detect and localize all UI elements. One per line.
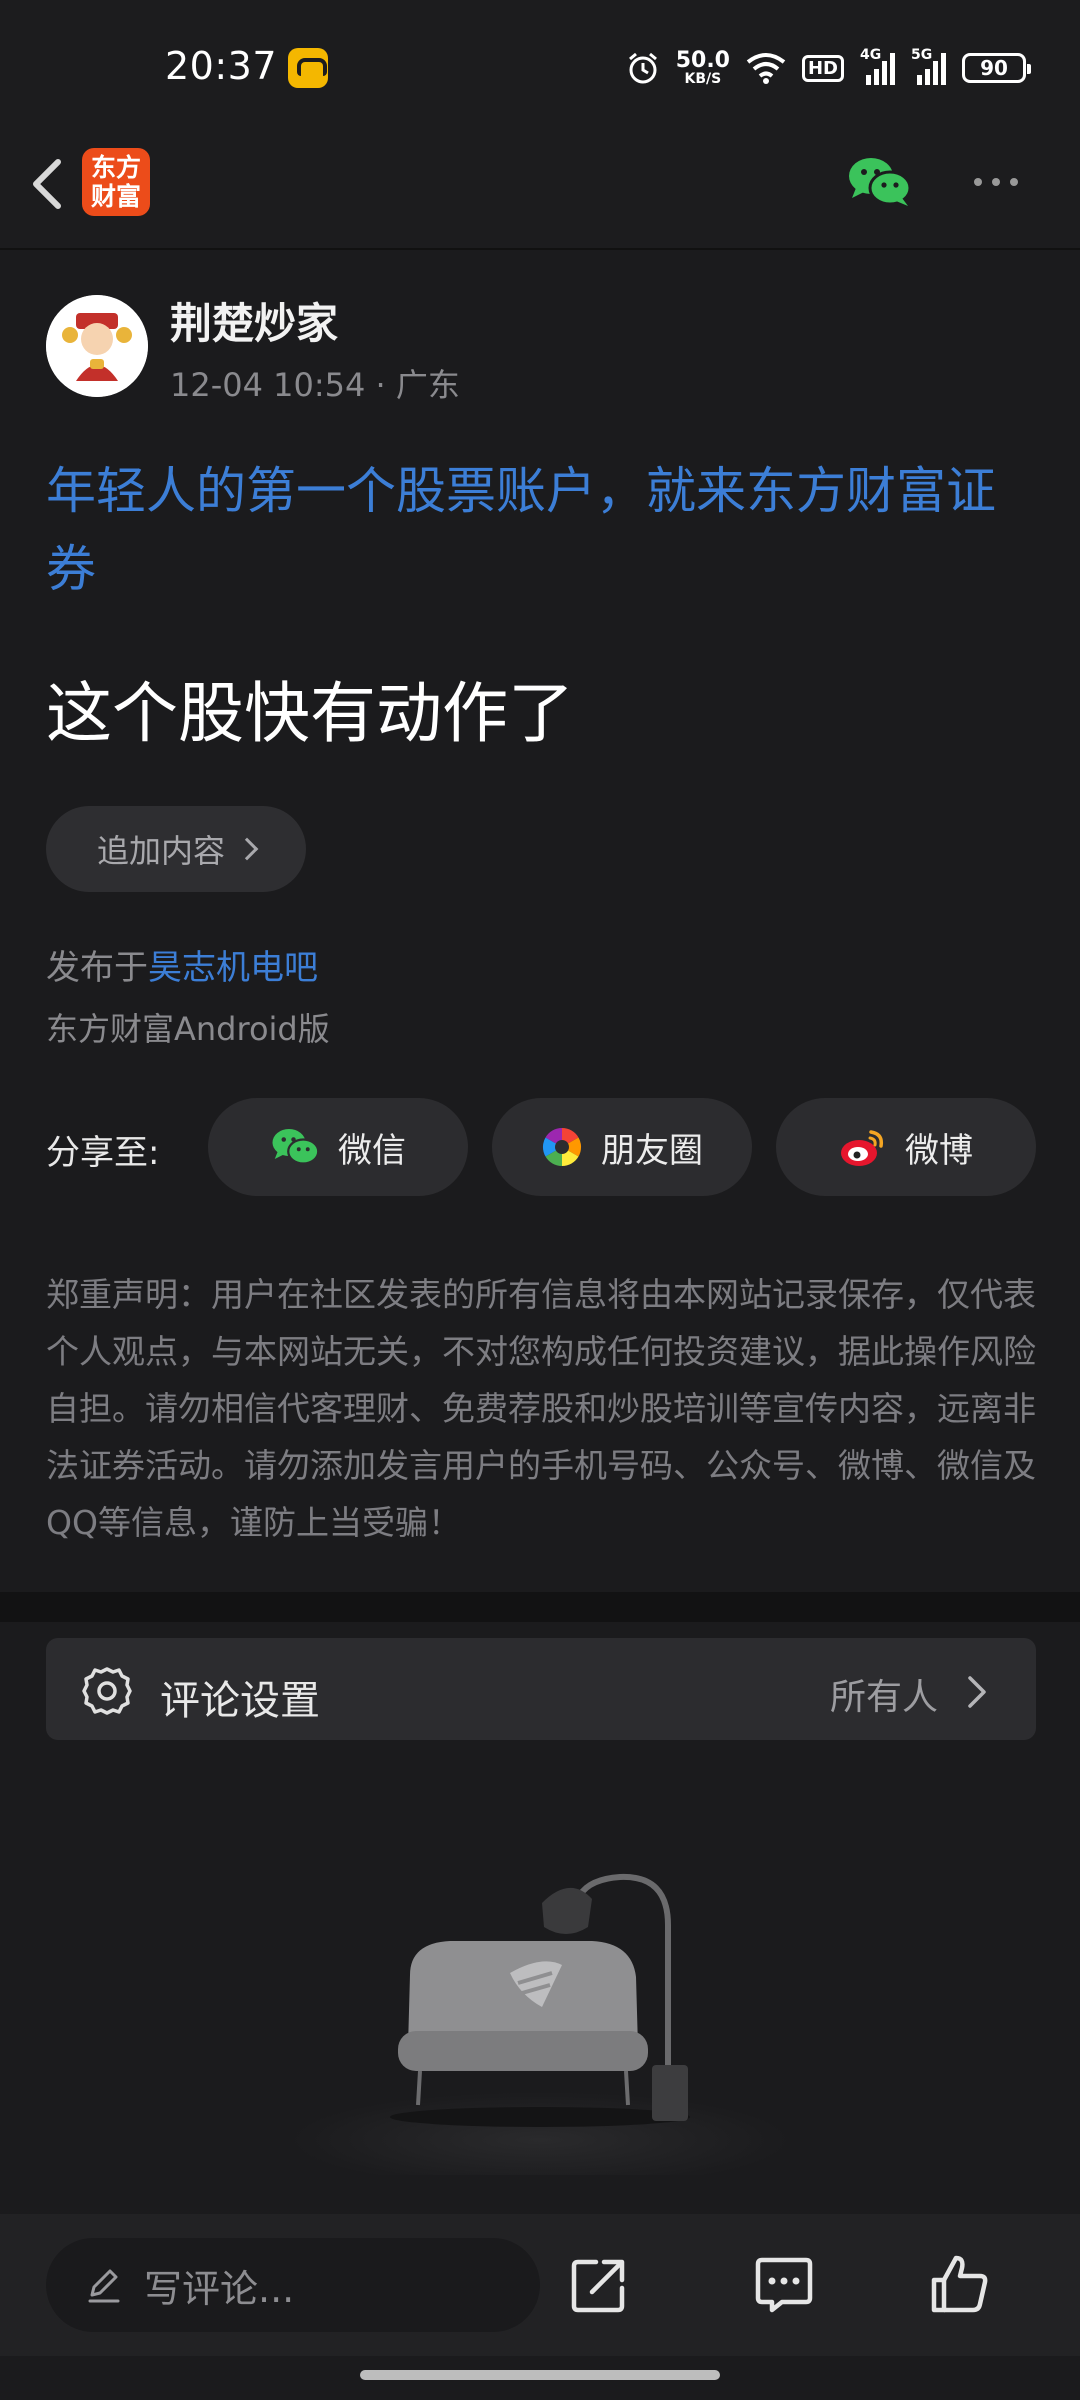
- signal-4g-icon: 4G: [860, 47, 895, 85]
- comment-icon[interactable]: [752, 2252, 816, 2316]
- avatar[interactable]: [46, 295, 148, 397]
- comment-settings-value: 所有人: [830, 1677, 939, 1718]
- more-icon[interactable]: [974, 172, 1034, 192]
- post-meta: 12-04 10:54 · 广东: [170, 360, 460, 406]
- share-icon[interactable]: [568, 2252, 632, 2316]
- section-divider: [0, 1592, 1080, 1622]
- ad-link[interactable]: 年轻人的第一个股票账户，就来东方财富证券: [46, 452, 1040, 608]
- append-content-label: 追加内容: [96, 832, 225, 870]
- comment-placeholder: 写评论...: [144, 2266, 295, 2311]
- status-time: 20:37: [165, 44, 278, 88]
- chevron-right-icon: [235, 837, 259, 861]
- empty-comments-illustration: [290, 1873, 790, 2175]
- signal-5g-label: 5G: [911, 47, 933, 63]
- pencil-icon: [88, 2269, 120, 2303]
- nav-bar: [0, 140, 1080, 250]
- share-weibo-label: 微博: [905, 1130, 973, 1171]
- battery-indicator: 90: [962, 53, 1031, 83]
- published-prefix: 发布于: [46, 948, 148, 988]
- post-date: 12-04 10:54: [170, 366, 366, 404]
- home-indicator[interactable]: [360, 2370, 720, 2380]
- bar-link[interactable]: 昊志机电吧: [148, 948, 318, 988]
- avatar-image: [46, 295, 148, 397]
- hd-voice-badge: HD: [801, 54, 844, 82]
- brand-logo[interactable]: 东方财富: [82, 148, 150, 216]
- share-moments-button[interactable]: 朋友圈: [492, 1098, 752, 1196]
- moments-icon: [542, 1128, 582, 1166]
- author-name[interactable]: 荆楚炒家: [170, 290, 338, 351]
- client-source: 东方财富Android版: [46, 1010, 330, 1048]
- alarm-icon: [628, 52, 657, 84]
- published-in: 发布于昊志机电吧: [46, 940, 318, 989]
- network-speed: 50.0 KB/S: [675, 48, 730, 87]
- signal-5g-icon: 5G: [911, 47, 946, 85]
- like-icon[interactable]: [928, 2252, 992, 2316]
- share-moments-label: 朋友圈: [601, 1130, 703, 1171]
- weibo-icon: [841, 1130, 884, 1166]
- disclaimer-text: 郑重声明：用户在社区发表的所有信息将由本网站记录保存，仅代表个人观点，与本网站无…: [46, 1275, 1036, 1542]
- signal-4g-label: 4G: [860, 47, 882, 63]
- wifi-icon: [746, 53, 786, 84]
- comment-settings-label: 评论设置: [160, 1678, 320, 1724]
- status-indicators: 50.0 KB/S HD 4G 5G 90: [626, 44, 1031, 92]
- network-speed-unit: KB/S: [684, 71, 722, 87]
- share-label: 分享至:: [46, 1133, 160, 1173]
- share-wechat-button[interactable]: 微信: [208, 1098, 468, 1196]
- wechat-icon[interactable]: [846, 154, 912, 210]
- network-speed-value: 50.0: [675, 48, 730, 73]
- notification-app-icon: [288, 48, 328, 88]
- append-content-button[interactable]: 追加内容: [46, 806, 306, 892]
- gear-icon: [82, 1667, 132, 1715]
- post-title: 这个股快有动作了: [46, 675, 574, 752]
- share-weibo-button[interactable]: 微博: [776, 1098, 1036, 1196]
- share-wechat-label: 微信: [338, 1130, 406, 1171]
- chevron-right-icon: [968, 1676, 986, 1708]
- back-arrow-icon[interactable]: [22, 150, 82, 218]
- wechat-icon: [272, 1129, 320, 1165]
- post-location: · 广东: [375, 366, 460, 404]
- comment-input[interactable]: 写评论...: [46, 2238, 540, 2332]
